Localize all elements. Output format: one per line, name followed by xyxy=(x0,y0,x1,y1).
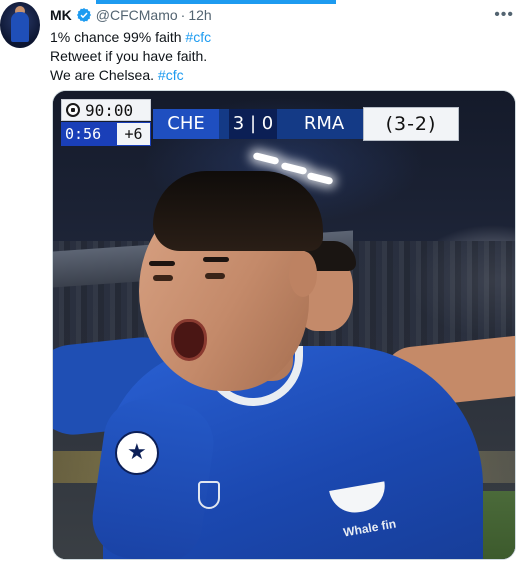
football-icon xyxy=(66,103,80,117)
eyebrow xyxy=(149,261,175,266)
player-ear xyxy=(289,251,317,297)
added-time: 0:56 +6 xyxy=(61,122,151,146)
timestamp[interactable]: 12h xyxy=(188,7,211,23)
separator-dot: · xyxy=(180,7,186,23)
champions-league-badge-icon xyxy=(115,431,159,475)
tweet-header: MK @CFCMamo · 12h xyxy=(50,5,212,25)
more-options-icon[interactable]: ••• xyxy=(494,6,514,24)
tweet-line: Retweet if you have faith. xyxy=(50,48,208,64)
away-team: RMA xyxy=(303,113,345,134)
eyebrow xyxy=(203,257,229,262)
aggregate-score: (3-2) xyxy=(363,107,459,141)
hashtag-link[interactable]: #cfc xyxy=(185,29,211,45)
tweet-media-video[interactable]: Whale fin 90:00 0:56 +6 CHE 3 | 0 RMA (3… xyxy=(52,90,516,560)
club-crest-icon xyxy=(198,481,220,509)
open-mouth xyxy=(171,319,207,361)
eye xyxy=(153,275,173,281)
match-score: 3 | 0 xyxy=(229,109,277,139)
author-name[interactable]: MK xyxy=(50,7,72,23)
author-handle[interactable]: @CFCMamo xyxy=(96,7,178,23)
hashtag-link[interactable]: #cfc xyxy=(158,67,184,83)
player-hair xyxy=(153,171,323,251)
avatar[interactable] xyxy=(0,2,40,48)
home-team: CHE xyxy=(153,109,219,139)
top-accent-bar xyxy=(96,0,336,4)
verified-badge-icon xyxy=(76,8,91,22)
tweet-line: We are Chelsea. #cfc xyxy=(50,67,184,83)
eye xyxy=(205,273,225,279)
match-clock: 90:00 xyxy=(61,99,151,121)
tweet-text: 1% chance 99% faith #cfc Retweet if you … xyxy=(50,28,490,85)
avatar-figure xyxy=(11,12,29,42)
tweet-line: 1% chance 99% faith #cfc xyxy=(50,29,212,45)
